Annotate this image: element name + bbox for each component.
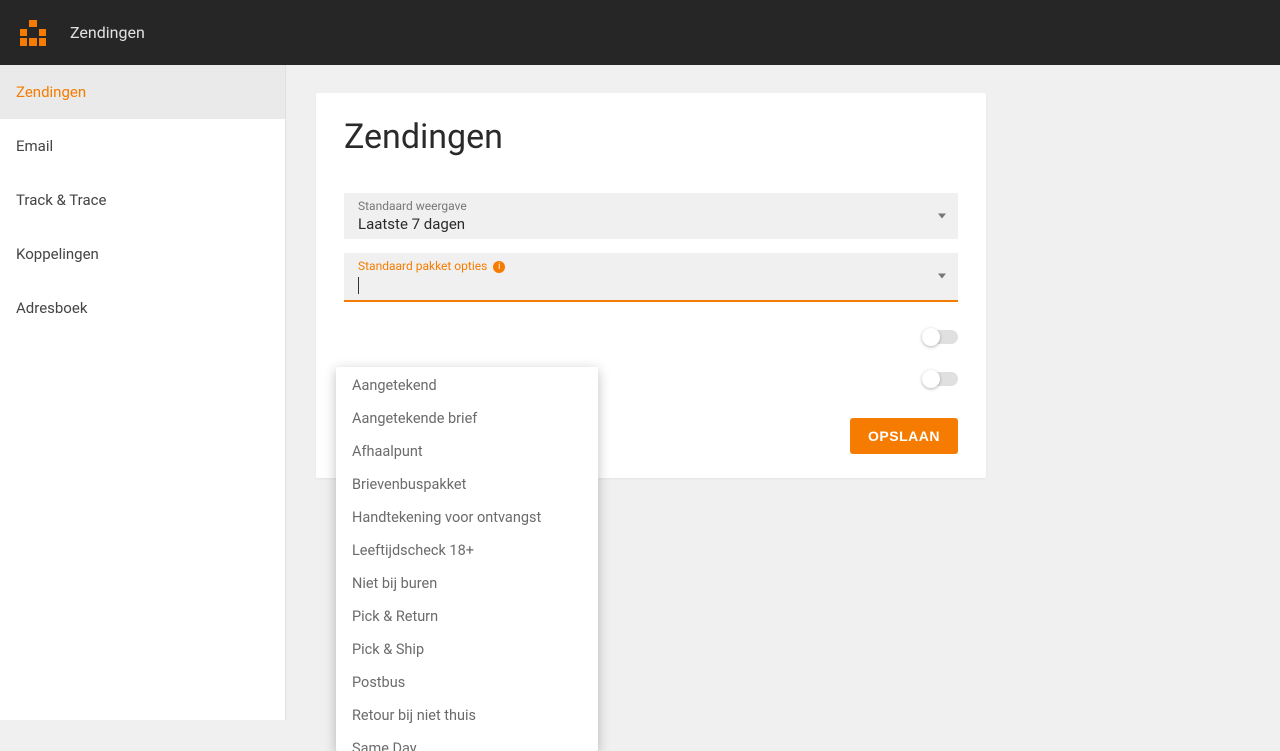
dropdown-option[interactable]: Afhaalpunt <box>336 435 598 468</box>
field-value: Laatste 7 dagen <box>358 213 944 233</box>
main-area: Zendingen Standaard weergave Laatste 7 d… <box>286 65 1280 720</box>
dropdown-option[interactable]: Leeftijdscheck 18+ <box>336 534 598 567</box>
topbar-title: Zendingen <box>70 23 145 42</box>
sidebar-item-label: Adresboek <box>16 299 87 317</box>
sidebar-item-track-trace[interactable]: Track & Trace <box>0 173 285 227</box>
sidebar-item-label: Email <box>16 137 53 155</box>
dropdown-option[interactable]: Pick & Ship <box>336 633 598 666</box>
package-options-select[interactable]: Standaard pakket opties i <box>344 253 958 302</box>
package-options-dropdown[interactable]: Aangetekend Aangetekende brief Afhaalpun… <box>336 367 598 751</box>
text-cursor <box>358 277 359 294</box>
info-icon[interactable]: i <box>493 261 505 273</box>
topbar: Zendingen <box>0 0 1280 65</box>
sidebar-item-adresboek[interactable]: Adresboek <box>0 281 285 335</box>
chevron-down-icon <box>938 274 946 279</box>
standard-view-select[interactable]: Standaard weergave Laatste 7 dagen <box>344 193 958 239</box>
sidebar-item-label: Koppelingen <box>16 245 99 263</box>
dropdown-option[interactable]: Brievenbuspakket <box>336 468 598 501</box>
dropdown-option[interactable]: Aangetekende brief <box>336 402 598 435</box>
field-value <box>358 273 944 294</box>
page-title: Zendingen <box>344 117 958 157</box>
sidebar: Zendingen Email Track & Trace Koppelinge… <box>0 65 286 720</box>
dropdown-option[interactable]: Pick & Return <box>336 600 598 633</box>
sidebar-item-email[interactable]: Email <box>0 119 285 173</box>
dropdown-option[interactable]: Niet bij buren <box>336 567 598 600</box>
sidebar-item-label: Track & Trace <box>16 191 106 209</box>
toggle-switch[interactable] <box>924 372 958 386</box>
brand-logo-icon <box>20 20 46 46</box>
dropdown-option[interactable]: Same Day <box>336 732 598 751</box>
save-button[interactable]: OPSLAAN <box>850 418 958 454</box>
field-label: Standaard pakket opties i <box>358 259 944 273</box>
dropdown-option[interactable]: Retour bij niet thuis <box>336 699 598 732</box>
toggle-row-1 <box>316 316 986 358</box>
field-label: Standaard weergave <box>358 199 944 213</box>
dropdown-option[interactable]: Handtekening voor ontvangst <box>336 501 598 534</box>
dropdown-option[interactable]: Aangetekend <box>336 367 598 402</box>
dropdown-option[interactable]: Postbus <box>336 666 598 699</box>
chevron-down-icon <box>938 214 946 219</box>
sidebar-item-koppelingen[interactable]: Koppelingen <box>0 227 285 281</box>
sidebar-item-zendingen[interactable]: Zendingen <box>0 65 285 119</box>
toggle-switch[interactable] <box>924 330 958 344</box>
sidebar-item-label: Zendingen <box>16 83 86 101</box>
